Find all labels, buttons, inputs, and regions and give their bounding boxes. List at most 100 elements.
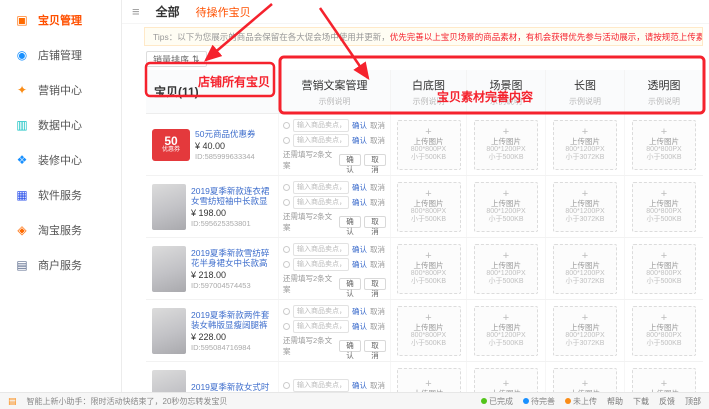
footer-badge-pending[interactable]: 待完善 xyxy=(523,396,555,407)
selling-point-input[interactable] xyxy=(293,134,349,147)
confirm-link[interactable]: 确认 xyxy=(352,120,367,131)
confirm-link[interactable]: 确认 xyxy=(352,321,367,332)
cancel-link[interactable]: 取消 xyxy=(370,182,385,193)
upload-box[interactable]: + 上传图片 800*1200PX 小于3072KB xyxy=(553,182,617,232)
selling-point-input[interactable] xyxy=(293,305,349,318)
product-title-link[interactable]: 2019夏季新款两件套装女韩版显瘦阔腿裤套装 xyxy=(191,310,274,330)
product-photo[interactable] xyxy=(152,370,186,393)
upload-box[interactable]: + 上传图片 800*800PX 小于500KB xyxy=(397,120,461,170)
product-photo[interactable] xyxy=(152,184,186,230)
product-photo[interactable] xyxy=(152,308,186,354)
checkbox-icon[interactable] xyxy=(283,184,290,191)
upload-box[interactable]: + 上传图片 800*800PX xyxy=(397,368,461,393)
confirm-link[interactable]: 确认 xyxy=(352,380,367,391)
checkbox-icon[interactable] xyxy=(283,246,290,253)
upload-box[interactable]: + 上传图片 800*800PX 小于500KB xyxy=(632,120,696,170)
selling-point-input[interactable] xyxy=(293,379,349,392)
confirm-link[interactable]: 确认 xyxy=(352,197,367,208)
cancel-button[interactable]: 取消 xyxy=(364,154,386,166)
footer-link-download[interactable]: 下载 xyxy=(633,396,649,407)
confirm-link[interactable]: 确认 xyxy=(352,259,367,270)
footer-link-help[interactable]: 帮助 xyxy=(607,396,623,407)
sidebar-item-shop-manage[interactable]: ◉ 店铺管理 xyxy=(0,37,121,72)
footer-link-top[interactable]: 顶部 xyxy=(685,396,701,407)
confirm-button[interactable]: 确认 xyxy=(339,216,361,228)
header-example-link[interactable]: 示例说明 xyxy=(490,96,522,107)
topbar: ≡ 全部 待操作宝贝 xyxy=(122,0,709,24)
checkbox-icon[interactable] xyxy=(283,137,290,144)
selling-point-input[interactable] xyxy=(293,258,349,271)
coupon-thumbnail[interactable]: 50 优惠券 xyxy=(152,129,190,161)
cancel-link[interactable]: 取消 xyxy=(370,321,385,332)
upload-box[interactable]: + 上传图片 800*800PX 小于500KB xyxy=(632,306,696,356)
tab-all[interactable]: 全部 xyxy=(156,3,180,20)
cancel-button[interactable]: 取消 xyxy=(364,340,386,352)
tab-pending[interactable]: 待操作宝贝 xyxy=(196,4,251,20)
upload-box[interactable]: + 上传图片 800*800PX 小于500KB xyxy=(632,182,696,232)
upload-box[interactable]: + 上传图片 800*800PX 小于500KB xyxy=(397,306,461,356)
upload-box[interactable]: + 上传图片 800*800PX 小于500KB xyxy=(397,182,461,232)
confirm-link[interactable]: 确认 xyxy=(352,135,367,146)
cancel-link[interactable]: 取消 xyxy=(370,120,385,131)
checkbox-icon[interactable] xyxy=(283,308,290,315)
upload-box[interactable]: + 上传图片 800*800PX 小于500KB xyxy=(632,244,696,294)
sidebar-item-merchant-service[interactable]: ▤ 商户服务 xyxy=(0,247,121,282)
product-title-link[interactable]: 2019夏季新款连衣裙女雪纺短袖中长款显瘦裙子 xyxy=(191,186,274,206)
upload-box[interactable]: + 上传图片 800*1200PX xyxy=(474,368,538,393)
cancel-link[interactable]: 取消 xyxy=(370,197,385,208)
confirm-link[interactable]: 确认 xyxy=(352,244,367,255)
cancel-link[interactable]: 取消 xyxy=(370,135,385,146)
upload-box[interactable]: + 上传图片 800*1200PX 小于3072KB xyxy=(553,306,617,356)
cancel-link[interactable]: 取消 xyxy=(370,244,385,255)
upload-box[interactable]: + 上传图片 800*1200PX 小于500KB xyxy=(474,182,538,232)
selling-point-input[interactable] xyxy=(293,243,349,256)
product-title-link[interactable]: 50元商品优惠券 xyxy=(195,129,255,139)
cancel-link[interactable]: 取消 xyxy=(370,259,385,270)
checkbox-icon[interactable] xyxy=(283,199,290,206)
upload-box[interactable]: + 上传图片 800*1200PX 小于500KB xyxy=(474,120,538,170)
header-title: 透明图 xyxy=(648,77,681,93)
selling-point-input[interactable] xyxy=(293,320,349,333)
selling-point-input[interactable] xyxy=(293,181,349,194)
upload-box[interactable]: + 上传图片 800*1200PX 小于3072KB xyxy=(553,120,617,170)
confirm-link[interactable]: 确认 xyxy=(352,182,367,193)
confirm-button[interactable]: 确认 xyxy=(339,340,361,352)
sidebar-item-data-center[interactable]: ▥ 数据中心 xyxy=(0,107,121,142)
upload-box[interactable]: + 上传图片 800*1200PX 小于3072KB xyxy=(553,244,617,294)
header-example-link[interactable]: 示例说明 xyxy=(569,96,601,107)
sort-button[interactable]: 销量排序 ⇅ xyxy=(146,51,207,67)
product-title-link[interactable]: 2019夏季新款女式时尚运动连衣裙 xyxy=(191,382,274,393)
upload-box[interactable]: + 上传图片 800*1200PX xyxy=(553,368,617,393)
cancel-link[interactable]: 取消 xyxy=(370,380,385,391)
cancel-button[interactable]: 取消 xyxy=(364,278,386,290)
selling-point-input[interactable] xyxy=(293,196,349,209)
sidebar-item-taobao-service[interactable]: ◈ 淘宝服务 xyxy=(0,212,121,247)
sidebar-item-marketing[interactable]: ✦ 营销中心 xyxy=(0,72,121,107)
checkbox-icon[interactable] xyxy=(283,122,290,129)
product-photo[interactable] xyxy=(152,246,186,292)
upload-box[interactable]: + 上传图片 800*800PX xyxy=(632,368,696,393)
confirm-button[interactable]: 确认 xyxy=(339,154,361,166)
product-title-link[interactable]: 2019夏季新款雪纺碎花半身裙女中长款高腰网纱 xyxy=(191,248,274,268)
selling-point-input[interactable] xyxy=(293,119,349,132)
sidebar-item-software[interactable]: ▦ 软件服务 xyxy=(0,177,121,212)
sidebar-item-decorate[interactable]: ❖ 装修中心 xyxy=(0,142,121,177)
footer-badge-missing[interactable]: 未上传 xyxy=(565,396,597,407)
collapse-menu-icon[interactable]: ≡ xyxy=(132,4,140,19)
checkbox-icon[interactable] xyxy=(283,382,290,389)
confirm-link[interactable]: 确认 xyxy=(352,306,367,317)
cancel-link[interactable]: 取消 xyxy=(370,306,385,317)
footer-link-feedback[interactable]: 反馈 xyxy=(659,396,675,407)
cancel-button[interactable]: 取消 xyxy=(364,216,386,228)
upload-box[interactable]: + 上传图片 800*1200PX 小于500KB xyxy=(474,244,538,294)
header-example-link[interactable]: 示例说明 xyxy=(413,96,445,107)
footer-badge-done[interactable]: 已完成 xyxy=(481,396,513,407)
upload-box[interactable]: + 上传图片 800*1200PX 小于500KB xyxy=(474,306,538,356)
checkbox-icon[interactable] xyxy=(283,323,290,330)
checkbox-icon[interactable] xyxy=(283,261,290,268)
sidebar-item-item-manage[interactable]: ▣ 宝贝管理 xyxy=(0,2,121,37)
header-example-link[interactable]: 示例说明 xyxy=(319,96,351,107)
header-example-link[interactable]: 示例说明 xyxy=(648,96,680,107)
upload-box[interactable]: + 上传图片 800*800PX 小于500KB xyxy=(397,244,461,294)
confirm-button[interactable]: 确认 xyxy=(339,278,361,290)
